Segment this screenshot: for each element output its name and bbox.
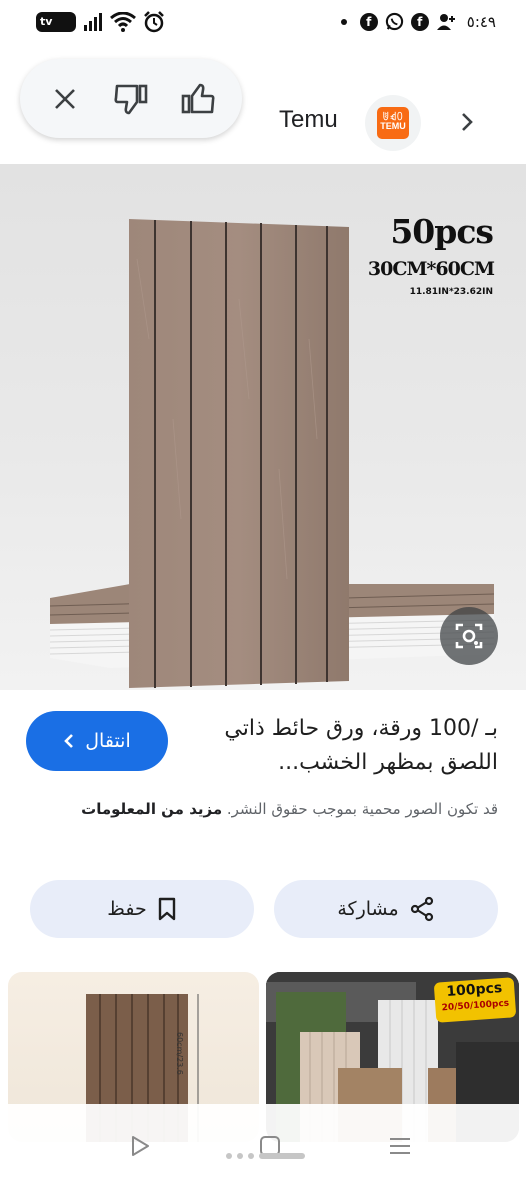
feedback-pill bbox=[20, 59, 242, 138]
home-button[interactable] bbox=[250, 1126, 290, 1166]
copyright-text: قد تكون الصور محمية بموجب حقوق النشر. bbox=[226, 800, 498, 818]
thumbs-up-button[interactable] bbox=[178, 80, 218, 118]
chevron-left-icon bbox=[64, 734, 74, 748]
page-indicator bbox=[226, 1153, 305, 1159]
recents-icon bbox=[390, 1138, 410, 1154]
chevron-right-icon[interactable] bbox=[455, 110, 479, 134]
dimension-label: 60cm/23.6 bbox=[175, 1032, 184, 1075]
signal-icon bbox=[84, 13, 102, 31]
visit-label: انتقال bbox=[85, 730, 131, 752]
close-icon bbox=[55, 89, 75, 109]
facebook-icon: f bbox=[359, 12, 378, 31]
wood-panel-image bbox=[129, 219, 349, 688]
visit-button[interactable]: انتقال bbox=[26, 711, 168, 771]
wifi-icon bbox=[110, 12, 136, 32]
lens-button[interactable] bbox=[440, 607, 498, 665]
tv-badge: tv bbox=[36, 12, 76, 32]
status-time: ٥:٤٩ bbox=[466, 12, 496, 31]
temu-logo: ꂹꃹꄲ TEMU bbox=[377, 107, 409, 139]
size-cm-label: 30CM*60CM bbox=[367, 258, 495, 280]
bookmark-icon bbox=[158, 897, 175, 921]
status-left: tv bbox=[36, 11, 165, 33]
camera-search-icon bbox=[455, 623, 483, 649]
person-add-icon bbox=[436, 13, 455, 30]
source-name[interactable]: Temu bbox=[279, 106, 338, 134]
whatsapp-icon bbox=[385, 12, 403, 31]
status-bar: tv f f ٥:٤٩ bbox=[0, 0, 526, 46]
size-in-label: 11.81IN*23.62IN bbox=[409, 287, 493, 297]
share-label: مشاركة bbox=[337, 898, 399, 920]
facebook-icon: f bbox=[410, 12, 429, 31]
source-logo[interactable]: ꂹꃹꄲ TEMU bbox=[365, 95, 421, 151]
alarm-icon bbox=[144, 11, 164, 33]
save-button[interactable]: حفظ bbox=[30, 880, 254, 938]
share-icon bbox=[410, 896, 433, 922]
copyright-notice: قد تكون الصور محمية بموجب حقوق النشر. مز… bbox=[38, 796, 498, 823]
close-button[interactable] bbox=[45, 80, 85, 118]
more-info-link[interactable]: مزيد من المعلومات bbox=[81, 800, 222, 818]
thumbs-down-button[interactable] bbox=[111, 80, 151, 118]
back-icon bbox=[132, 1136, 149, 1156]
share-button[interactable]: مشاركة bbox=[274, 880, 498, 938]
notification-dot bbox=[340, 18, 347, 25]
pcs-badge: 100pcs 20/50/100pcs bbox=[433, 977, 517, 1023]
back-button[interactable] bbox=[120, 1126, 160, 1166]
recents-button[interactable] bbox=[380, 1126, 420, 1166]
thumbs-down-icon bbox=[114, 84, 148, 115]
thumbs-up-icon bbox=[181, 83, 215, 114]
status-right: f f ٥:٤٩ bbox=[340, 12, 496, 31]
navigation-bar bbox=[0, 1104, 526, 1178]
save-label: حفظ bbox=[107, 898, 147, 920]
result-title[interactable]: بـ /100 ورقة، ورق حائط ذاتي اللصق بمظهر … bbox=[198, 712, 498, 780]
pcs-label: 50pcs bbox=[390, 212, 494, 251]
